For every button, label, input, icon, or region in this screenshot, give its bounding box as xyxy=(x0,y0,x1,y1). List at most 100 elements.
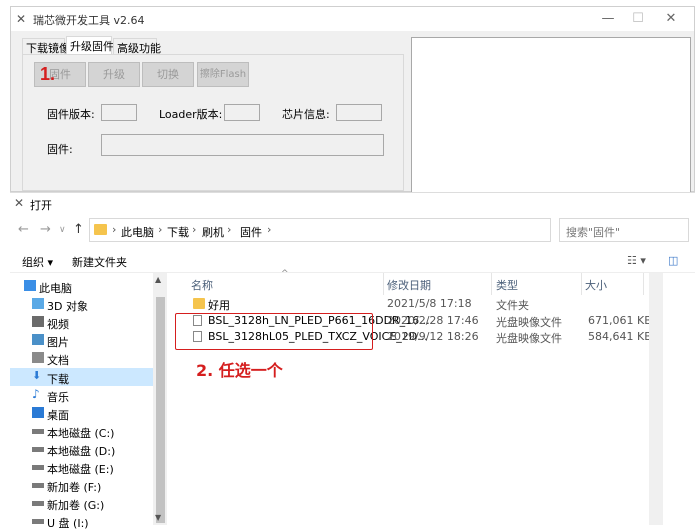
drive-icon xyxy=(32,465,44,470)
close-button[interactable]: ✕ xyxy=(656,9,686,29)
nav-scrollbar[interactable]: ▲ ▼ xyxy=(153,273,167,525)
nav-item-label: 本地磁盘 (C:) xyxy=(47,426,115,440)
drive-icon xyxy=(32,446,44,452)
document-icon xyxy=(32,352,44,364)
nav-item[interactable]: 本地磁盘 (E:) xyxy=(10,458,153,476)
file-date: 2019/9/12 18:26 xyxy=(387,330,479,343)
nav-item-label: 音乐 xyxy=(47,390,69,404)
nav-item-label: 桌面 xyxy=(47,408,69,422)
nav-item[interactable]: 此电脑 xyxy=(10,277,153,295)
nav-item-label: 视频 xyxy=(47,318,69,332)
app-titlebar: ✕ 瑞芯微开发工具 v2.64 — ☐ ✕ xyxy=(11,7,694,31)
search-input[interactable]: 搜索"固件" xyxy=(559,218,689,242)
column-divider[interactable] xyxy=(383,273,384,295)
nav-item[interactable]: 本地磁盘 (D:) xyxy=(10,440,153,458)
nav-item[interactable]: ♪ 音乐 xyxy=(10,386,153,404)
firmware-label: 固件: xyxy=(47,143,73,156)
dialog-title: 打开 xyxy=(30,199,52,212)
nav-item-label: 新加卷 (F:) xyxy=(47,481,102,495)
file-date: 2020/2/28 17:46 xyxy=(387,313,479,327)
nav-item[interactable]: 3D 对象 xyxy=(10,295,153,313)
step-1-marker: 1. xyxy=(40,64,56,84)
nav-item[interactable]: 新加卷 (F:) xyxy=(10,476,153,494)
nav-item-label: 3D 对象 xyxy=(47,300,88,314)
nav-scroll-thumb[interactable] xyxy=(156,297,165,523)
scroll-down-icon[interactable]: ▼ xyxy=(155,513,161,522)
drive-icon xyxy=(32,483,44,489)
up-arrow-icon[interactable]: ↑ xyxy=(73,222,84,237)
switch-button[interactable]: 切换 xyxy=(142,62,194,87)
new-folder-button[interactable]: 新建文件夹 xyxy=(72,254,127,270)
nav-item[interactable]: U 盘 (I:) xyxy=(10,512,153,530)
fw-version-label: 固件版本: xyxy=(47,108,95,121)
nav-item-label: U 盘 (I:) xyxy=(47,517,89,531)
file-size: 671,061 KB xyxy=(588,313,652,327)
column-size[interactable]: 大小 xyxy=(585,277,607,293)
chip-info-label: 芯片信息: xyxy=(282,108,330,121)
list-scrollbar[interactable] xyxy=(649,273,663,525)
nav-item[interactable]: ⬇ 下载 xyxy=(10,367,153,386)
computer-icon xyxy=(24,280,36,291)
nav-item[interactable]: 新加卷 (G:) xyxy=(10,494,153,512)
nav-item[interactable]: 本地磁盘 (C:) xyxy=(10,422,153,440)
breadcrumb-flash[interactable]: 刷机 xyxy=(202,224,224,240)
breadcrumb-chevron-icon: › xyxy=(227,223,232,236)
step-2-annotation: 2. 任选一个 xyxy=(196,361,283,380)
preview-pane-icon[interactable]: ◫ xyxy=(668,254,678,267)
forward-arrow-icon[interactable]: → xyxy=(40,222,51,237)
nav-item-label: 此电脑 xyxy=(39,282,72,295)
nav-item-label: 下载 xyxy=(47,372,69,386)
column-type[interactable]: 类型 xyxy=(496,277,518,293)
file-row[interactable]: 好用 2021/5/8 17:18 文件夹 xyxy=(173,295,643,312)
tab-download-image[interactable]: 下载镜像 xyxy=(22,38,70,55)
nav-item-label: 本地磁盘 (E:) xyxy=(47,463,114,476)
breadcrumb-firmware[interactable]: 固件 xyxy=(240,224,262,240)
column-divider[interactable] xyxy=(643,273,644,295)
navigation-pane: 此电脑 3D 对象视频图片文档 ⬇ 下载 ♪ 音乐桌面本地磁盘 (C:) 本地磁盘 (D:)… xyxy=(10,273,170,530)
address-bar[interactable]: › 此电脑 › 下载 › 刷机 › 固件 › ∨ ↻ xyxy=(89,218,624,242)
open-file-dialog: ✕ 打开 ← → ∨ ↑ › 此电脑 › 下载 › 刷机 › 固件 › ∨ ↻ … xyxy=(10,192,695,530)
minimize-button[interactable]: — xyxy=(593,9,623,29)
back-arrow-icon[interactable]: ← xyxy=(18,222,29,237)
dialog-titlebar: ✕ 打开 xyxy=(10,193,695,215)
folder-icon xyxy=(193,298,205,309)
breadcrumb-downloads[interactable]: 下载 xyxy=(167,224,189,240)
nav-item[interactable]: 图片 xyxy=(10,331,153,349)
firmware-path-field xyxy=(101,134,384,156)
download-icon: ⬇ xyxy=(32,368,42,382)
view-options-icon[interactable]: ☷ ▾ xyxy=(627,254,646,267)
breadcrumb-chevron-icon: › xyxy=(267,223,272,236)
tab-upgrade-firmware[interactable]: 升级固件 xyxy=(66,36,114,55)
upgrade-button[interactable]: 升级 xyxy=(88,62,140,87)
nav-item[interactable]: 桌面 xyxy=(10,404,153,422)
file-list: ^ 名称 修改日期 类型 大小 好用 2021/5/8 17:18 文件夹 BSL_3… xyxy=(173,269,695,525)
log-pane xyxy=(411,37,691,193)
column-name[interactable]: 名称 xyxy=(191,277,213,293)
nav-item[interactable]: 文档 xyxy=(10,349,153,367)
breadcrumb-this-pc[interactable]: 此电脑 xyxy=(121,224,154,240)
navigation-bar: ← → ∨ ↑ › 此电脑 › 下载 › 刷机 › 固件 › ∨ ↻ 搜索"固件… xyxy=(10,215,695,245)
desktop-icon xyxy=(32,406,44,418)
nav-item[interactable]: 视频 xyxy=(10,313,153,331)
erase-flash-button[interactable]: 擦除Flash xyxy=(197,62,249,87)
picture-icon xyxy=(32,334,44,346)
tab-advanced[interactable]: 高级功能 xyxy=(113,38,161,55)
file-type: 光盘映像文件 xyxy=(496,332,562,345)
app-title: 瑞芯微开发工具 v2.64 xyxy=(33,14,145,27)
sort-arrow-icon: ^ xyxy=(281,269,289,279)
column-divider[interactable] xyxy=(581,273,582,295)
organize-button[interactable]: 组织 ▾ xyxy=(22,254,53,270)
column-date[interactable]: 修改日期 xyxy=(387,277,431,293)
breadcrumb-chevron-icon: › xyxy=(112,223,117,236)
app-logo-icon: ✕ xyxy=(16,12,27,26)
scroll-up-icon[interactable]: ▲ xyxy=(155,275,161,284)
highlight-box xyxy=(175,313,373,350)
recent-chevron-icon[interactable]: ∨ xyxy=(59,225,66,235)
column-divider[interactable] xyxy=(491,273,492,295)
rockchip-tool-window: ✕ 瑞芯微开发工具 v2.64 — ☐ ✕ 下载镜像 升级固件 高级功能 固件 … xyxy=(10,6,695,193)
maximize-button[interactable]: ☐ xyxy=(623,9,653,29)
nav-item-label: 文档 xyxy=(47,354,69,368)
nav-item-label: 图片 xyxy=(47,336,69,350)
fw-version-field xyxy=(101,104,137,121)
video-icon xyxy=(32,316,44,328)
